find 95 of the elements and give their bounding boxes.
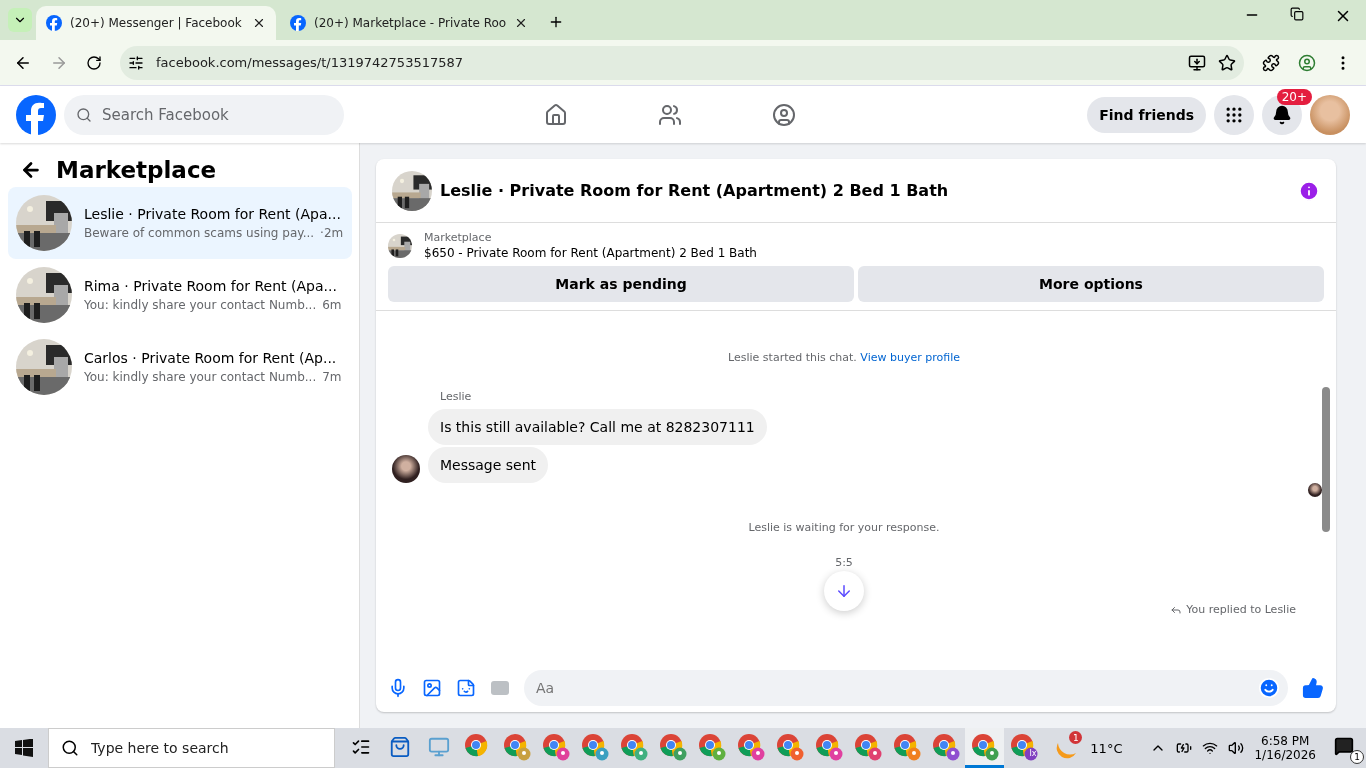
- restore-icon[interactable]: [1290, 7, 1304, 21]
- profile-avatar[interactable]: [1310, 94, 1350, 135]
- close-icon[interactable]: [252, 16, 266, 30]
- find-friends-button[interactable]: Find friends: [1087, 96, 1206, 133]
- sender-name: Leslie: [440, 390, 473, 403]
- message-time: 6m: [322, 298, 342, 312]
- facebook-logo[interactable]: [16, 94, 56, 135]
- chrome-icon: [853, 732, 882, 761]
- message-field[interactable]: Aa: [524, 670, 1288, 706]
- sidebar-title: Marketplace: [56, 157, 217, 183]
- search-icon: [61, 739, 79, 757]
- volume-icon[interactable]: [1228, 740, 1245, 756]
- reply-note: You replied to Leslie: [1186, 603, 1296, 616]
- message-preview: You: kindly share your contact Numb...: [84, 370, 317, 384]
- action-button[interactable]: More options: [858, 266, 1324, 302]
- temperature: 11°C: [1090, 740, 1123, 756]
- profile-icon[interactable]: [1298, 53, 1316, 72]
- search-icon: [76, 106, 92, 123]
- microphone-icon[interactable]: [388, 678, 408, 698]
- clock[interactable]: 6:58 PM 1/16/2026: [1254, 734, 1316, 762]
- menu-button[interactable]: [1214, 94, 1254, 135]
- chrome-icon: [1009, 732, 1038, 761]
- arrow-down-icon: [835, 582, 853, 600]
- chrome-icon: [619, 732, 648, 761]
- conversation-title: Rima · Private Room for Rent (Apa...: [84, 278, 338, 294]
- tab-search-button[interactable]: [8, 8, 32, 32]
- browser-tab[interactable]: (20+) Marketplace - Private Roo: [280, 6, 539, 40]
- sticker-icon[interactable]: [456, 678, 476, 698]
- sender-avatar: [392, 455, 420, 483]
- conversation-title: Carlos · Private Room for Rent (Ap...: [84, 350, 338, 366]
- reload-icon[interactable]: [86, 54, 102, 71]
- profile-initials: Ix: [1029, 748, 1037, 758]
- store-icon: [388, 735, 411, 758]
- conversation-title: Leslie · Private Room for Rent (Apa...: [84, 206, 342, 222]
- notification-center-icon[interactable]: [1334, 736, 1354, 756]
- install-icon[interactable]: [1188, 53, 1206, 72]
- groups-icon[interactable]: [772, 102, 796, 127]
- extensions-icon[interactable]: [1262, 53, 1280, 72]
- message-time: 7m: [322, 370, 342, 384]
- conversation-item[interactable]: Leslie · Private Room for Rent (Apa... Beware of common scams using pay... ·2m: [8, 187, 352, 259]
- facebook-icon: [46, 15, 62, 31]
- chrome-icon: [970, 732, 999, 761]
- bookmark-icon[interactable]: [1218, 53, 1236, 72]
- chrome-icon: [931, 732, 960, 761]
- listing-label: Marketplace: [424, 231, 493, 244]
- back-icon[interactable]: [20, 159, 42, 181]
- scroll-down-button[interactable]: [824, 571, 864, 611]
- taskbar-search-field[interactable]: Type here to search: [48, 728, 335, 768]
- conversation-item[interactable]: Carlos · Private Room for Rent (Ap... You: kindly share your contact Numb... 7m: [8, 331, 352, 403]
- battery-icon[interactable]: [1176, 740, 1193, 756]
- chat-started-note: Leslie started this chat. View buyer profile: [728, 351, 960, 364]
- scrollbar-thumb[interactable]: [1322, 387, 1330, 532]
- message-bubble: Is this still available? Call me at 8282307111: [428, 409, 767, 445]
- chrome-icon: [736, 732, 765, 761]
- waiting-note: Leslie is waiting for your response.: [748, 521, 940, 534]
- site-settings-icon[interactable]: [128, 54, 144, 71]
- message-preview: Beware of common scams using pay...: [84, 226, 315, 240]
- conversation-item[interactable]: Rima · Private Room for Rent (Apa... You: kindly share your contact Numb... 6m: [8, 259, 352, 331]
- bell-icon: [1272, 104, 1292, 125]
- chrome-icon: [775, 732, 804, 761]
- image-icon[interactable]: [422, 678, 442, 698]
- home-icon[interactable]: [544, 102, 568, 127]
- chrome-icon: [580, 732, 609, 761]
- notification-count: 1: [1350, 750, 1364, 764]
- chrome-icon: [658, 732, 687, 761]
- chrome-icon: [541, 732, 570, 761]
- chrome-icon: [814, 732, 843, 761]
- chrome-icon: [502, 732, 531, 761]
- weather-badge: 1: [1069, 731, 1083, 744]
- chat-title: Leslie · Private Room for Rent (Apartment) 2 Bed 1 Bath: [440, 181, 950, 200]
- windows-icon[interactable]: [15, 739, 33, 757]
- chrome-icon: [892, 732, 921, 761]
- wifi-icon[interactable]: [1202, 740, 1219, 756]
- facebook-icon: [290, 15, 306, 31]
- taskbar-app[interactable]: Ix: [1004, 728, 1043, 768]
- notification-badge: 20+: [1276, 88, 1312, 105]
- action-button[interactable]: Mark as pending: [388, 266, 854, 302]
- search-field[interactable]: Search Facebook: [64, 94, 344, 135]
- seen-avatar: [1308, 483, 1322, 497]
- address-bar[interactable]: facebook.com/messages/t/1319742753517587: [120, 45, 1244, 80]
- message-preview: You: kindly share your contact Numb...: [84, 298, 317, 312]
- buyer-profile-link[interactable]: View buyer profile: [860, 351, 960, 364]
- search-input[interactable]: Search Facebook: [100, 104, 332, 125]
- info-icon[interactable]: [1298, 179, 1320, 202]
- listing-title: $650 - Private Room for Rent (Apartment) 2 Bed 1 Bath: [424, 246, 757, 260]
- chrome-icon: [697, 732, 726, 761]
- emoji-icon[interactable]: [1258, 677, 1280, 699]
- message-input[interactable]: Aa: [534, 679, 1258, 697]
- friends-icon[interactable]: [658, 102, 682, 127]
- like-icon[interactable]: [1302, 677, 1324, 699]
- computer-icon: [427, 735, 450, 758]
- message-time: ·2m: [320, 226, 344, 240]
- browser-tab[interactable]: (20+) Messenger | Facebook: [36, 6, 276, 40]
- message-bubble: Message sent: [428, 447, 549, 483]
- message-time: 5:5: [835, 556, 853, 569]
